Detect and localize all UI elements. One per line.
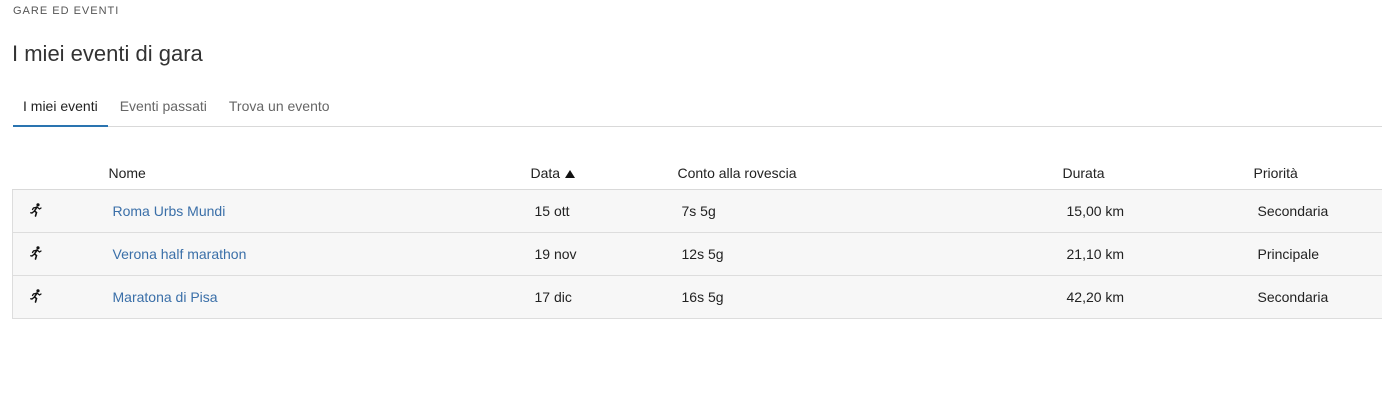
page-title: I miei eventi di gara — [12, 41, 203, 66]
section-label: GARE ED EVENTI — [13, 5, 120, 17]
event-distance: 42,20 km — [1066, 289, 1125, 305]
table-header-row: Nome Data Conto alla rovescia Durata Pri… — [12, 156, 1382, 190]
column-header-name[interactable]: Nome — [108, 156, 531, 190]
event-name-link[interactable]: Roma Urbs Mundi — [113, 203, 226, 219]
column-header-priority[interactable]: Priorità — [1253, 156, 1382, 190]
event-distance: 21,10 km — [1066, 246, 1125, 262]
column-header-distance[interactable]: Durata — [1062, 156, 1254, 190]
column-header-date[interactable]: Data — [530, 156, 678, 190]
sort-ascending-icon — [565, 169, 576, 178]
event-date: 17 dic — [534, 289, 572, 305]
tab-past-events[interactable]: Eventi passati — [110, 88, 217, 125]
event-priority: Principale — [1257, 246, 1319, 262]
event-name-link[interactable]: Maratona di Pisa — [113, 289, 218, 305]
running-icon — [30, 245, 42, 260]
event-date: 19 nov — [534, 246, 577, 262]
running-icon — [30, 288, 42, 303]
event-countdown: 7s 5g — [681, 203, 716, 219]
table-row[interactable]: Roma Urbs Mundi 15 ott 7s 5g 15,00 km Se… — [12, 189, 1382, 233]
event-priority: Secondaria — [1257, 289, 1329, 305]
race-events-page: GARE ED EVENTI I miei eventi di gara I m… — [0, 0, 1382, 417]
tab-bar: I miei eventi Eventi passati Trova un ev… — [13, 88, 1382, 127]
event-name-link[interactable]: Verona half marathon — [113, 246, 247, 262]
icon-column-header — [12, 156, 109, 190]
tab-my-events[interactable]: I miei eventi — [13, 88, 108, 127]
event-countdown: 16s 5g — [681, 289, 724, 305]
events-table: Nome Data Conto alla rovescia Durata Pri… — [12, 156, 1382, 319]
event-distance: 15,00 km — [1066, 203, 1125, 219]
table-row[interactable]: Maratona di Pisa 17 dic 16s 5g 42,20 km … — [12, 275, 1382, 319]
tab-find-event[interactable]: Trova un evento — [219, 88, 340, 125]
column-header-countdown[interactable]: Conto alla rovescia — [677, 156, 1063, 190]
running-icon — [30, 202, 42, 217]
event-date: 15 ott — [534, 203, 570, 219]
event-countdown: 12s 5g — [681, 246, 724, 262]
table-row[interactable]: Verona half marathon 19 nov 12s 5g 21,10… — [12, 232, 1382, 276]
event-priority: Secondaria — [1257, 203, 1329, 219]
